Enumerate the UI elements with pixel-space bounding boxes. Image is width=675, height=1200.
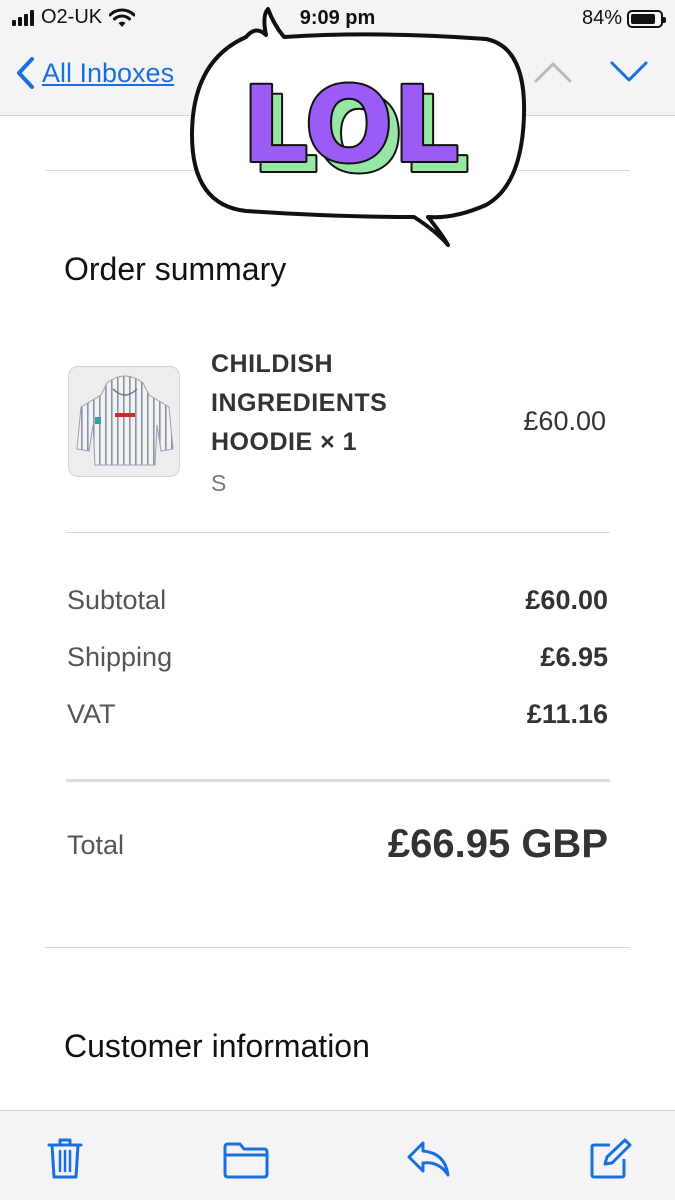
subtotal-label: Subtotal bbox=[67, 585, 167, 615]
status-right: 84% bbox=[581, 7, 666, 30]
vat-value: £11.16 bbox=[526, 699, 608, 729]
tool-bar bbox=[0, 1110, 675, 1200]
order-summary-title: Order summary bbox=[64, 251, 287, 287]
product-name-line: HOODIE × 1 bbox=[211, 428, 358, 456]
lol-sticker: LOL LOL bbox=[186, 5, 531, 250]
battery-icon bbox=[627, 9, 666, 28]
total-label: Total bbox=[67, 830, 125, 860]
speech-bubble: LOL LOL bbox=[190, 7, 527, 247]
product-name: CHILDISH INGREDIENTS HOODIE × 1 bbox=[211, 345, 471, 462]
lol-text: LOL bbox=[242, 64, 459, 186]
total-value: £66.95 GBP bbox=[387, 822, 608, 866]
chevron-left-icon bbox=[17, 57, 34, 89]
shipping-value: £6.95 bbox=[540, 642, 608, 672]
back-label: All Inboxes bbox=[42, 57, 175, 88]
product-variant: S bbox=[211, 470, 227, 496]
trash-icon[interactable] bbox=[45, 1137, 85, 1181]
battery-percent: 84% bbox=[581, 7, 622, 29]
items-divider bbox=[66, 532, 610, 533]
vat-label: VAT bbox=[67, 699, 116, 729]
shipping-label: Shipping bbox=[67, 642, 173, 672]
reply-icon[interactable] bbox=[405, 1139, 451, 1179]
chevron-up-icon[interactable] bbox=[533, 60, 573, 84]
chevron-down-icon[interactable] bbox=[609, 60, 649, 84]
message-nav bbox=[533, 60, 649, 84]
back-button[interactable]: All Inboxes bbox=[14, 56, 174, 90]
product-name-line: CHILDISH bbox=[211, 350, 334, 378]
compose-icon[interactable] bbox=[588, 1137, 632, 1181]
product-name-line: INGREDIENTS bbox=[211, 389, 388, 417]
total-divider bbox=[66, 779, 610, 782]
summary-bottom-divider bbox=[45, 947, 630, 948]
product-thumbnail bbox=[68, 366, 180, 477]
folder-icon[interactable] bbox=[222, 1141, 270, 1179]
lol-letters: LOL LOL bbox=[240, 62, 471, 198]
subtotal-value: £60.00 bbox=[525, 585, 608, 615]
hoodie-image bbox=[76, 375, 174, 466]
battery-fill bbox=[631, 13, 655, 24]
customer-information-title: Customer information bbox=[64, 1028, 370, 1064]
product-price: £60.00 bbox=[523, 406, 606, 436]
